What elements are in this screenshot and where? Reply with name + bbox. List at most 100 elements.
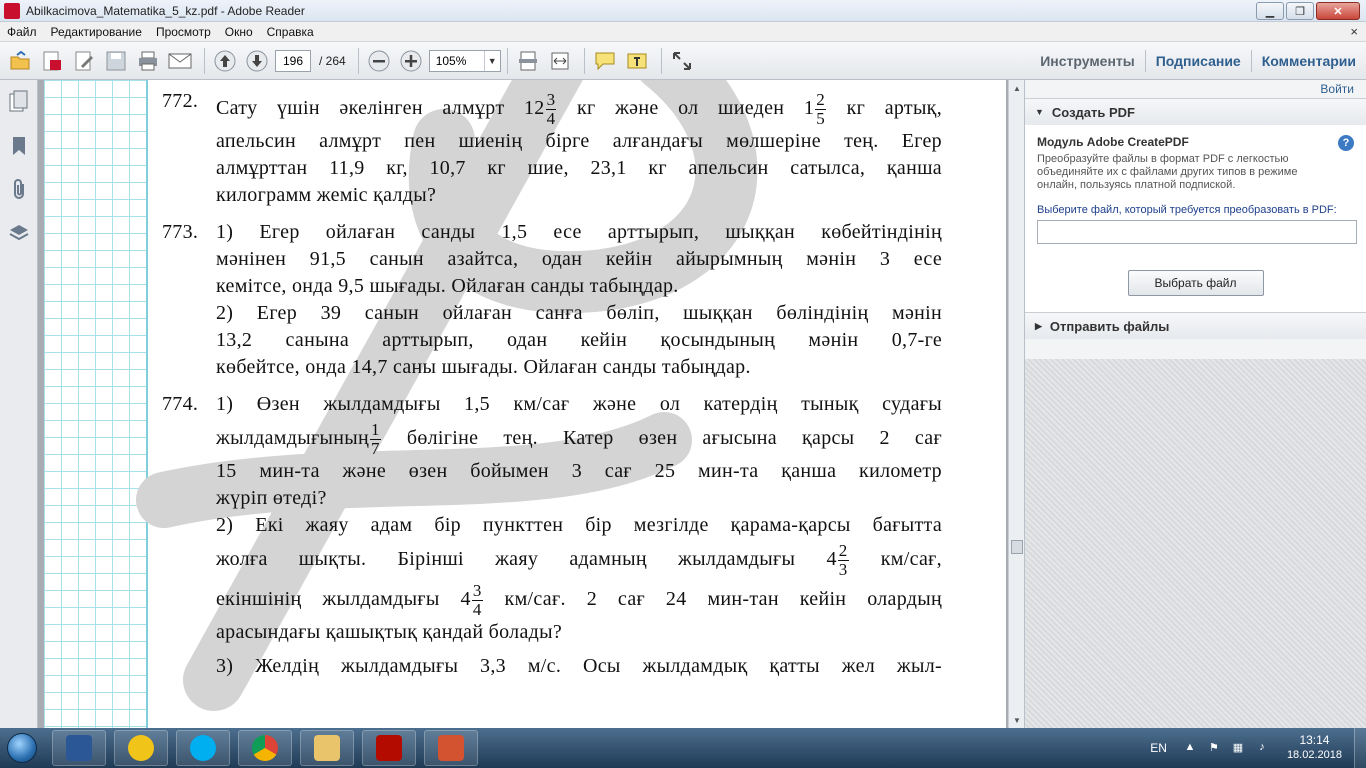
module-description: Преобразуйте файлы в формат PDF с легкос… [1037, 153, 1298, 191]
layers-icon[interactable] [0, 212, 38, 256]
page-thumbnails-icon[interactable] [0, 80, 38, 124]
login-link[interactable]: Войти [1025, 80, 1366, 98]
scroll-down-icon[interactable]: ▼ [1009, 712, 1025, 728]
text-line: көбейтсе, онда 14,7 саны шығады. Ойлаған… [216, 356, 751, 378]
taskbar-skype[interactable] [176, 730, 230, 766]
text-line: арасындағы қашықтық қандай болады? [216, 621, 563, 643]
zoom-select[interactable]: 105% ▼ [428, 49, 501, 72]
comments-link[interactable]: Комментарии [1252, 53, 1366, 69]
taskbar-explorer[interactable] [300, 730, 354, 766]
text-line: кемітсе, онда 9,5 шығады. Ойлаған санды … [216, 275, 679, 297]
edit-icon[interactable] [70, 47, 98, 75]
window-title: Abilkacimova_Matematika_5_kz.pdf - Adobe… [26, 3, 305, 18]
menu-close-icon[interactable]: × [1350, 24, 1358, 39]
taskbar-chrome[interactable] [238, 730, 292, 766]
text-line: 2) Екі жаяу адам бір пункттен бір мезгіл… [216, 514, 942, 536]
choose-file-button[interactable]: Выбрать файл [1127, 270, 1264, 296]
menu-view[interactable]: Просмотр [149, 22, 218, 42]
denominator: 5 [816, 108, 825, 128]
comment-icon[interactable] [591, 47, 619, 75]
denominator: 4 [546, 108, 556, 128]
taskbar-presentation[interactable] [424, 730, 478, 766]
send-files-header[interactable]: ▶ Отправить файлы [1025, 313, 1366, 339]
skype-icon [190, 735, 216, 761]
language-indicator[interactable]: EN [1150, 741, 1167, 755]
start-button[interactable] [0, 728, 44, 768]
windows-logo-icon [7, 733, 37, 763]
create-pdf-icon[interactable] [38, 47, 66, 75]
problem-774: 774. 1) Өзен жылдамдығы 1,5 км/сағ және … [162, 391, 942, 686]
taskbar-acrobat[interactable] [362, 730, 416, 766]
sign-link[interactable]: Подписание [1146, 53, 1251, 69]
taskbar-word[interactable] [52, 730, 106, 766]
volume-icon[interactable]: ♪ [1255, 741, 1269, 755]
network-icon[interactable]: ▦ [1231, 741, 1245, 755]
clock[interactable]: 13:14 18.02.2018 [1287, 733, 1342, 763]
denominator: 7 [370, 438, 380, 458]
text-segment: жолға шықты. Бірінші жаяу адамның жылдам… [216, 548, 837, 570]
tools-link[interactable]: Инструменты [1030, 53, 1145, 69]
bookmarks-icon[interactable] [0, 124, 38, 168]
vertical-scrollbar[interactable]: ▲ ▼ [1008, 80, 1024, 728]
tray-expand-icon[interactable]: ▲ [1183, 741, 1197, 755]
problem-773: 773. 1) Егер ойлаған санды 1,5 есе артты… [162, 219, 942, 381]
text-line: апельсин алмұрт пен шиенің бірге алғанда… [216, 130, 942, 152]
chevron-down-icon[interactable]: ▼ [483, 50, 500, 71]
problem-number: 774. [162, 393, 199, 415]
fullscreen-icon[interactable] [668, 47, 696, 75]
flag-icon[interactable]: ⚑ [1207, 741, 1221, 755]
zoom-out-icon[interactable] [365, 47, 393, 75]
page-content: 772. Сату үшін әкелінген алмұрт 12 3 4 кг … [162, 88, 942, 696]
fraction: 23 [837, 540, 849, 579]
text-segment: кг артық, [846, 97, 943, 119]
email-client-icon [128, 735, 154, 761]
fit-width-icon[interactable] [546, 47, 574, 75]
email-icon[interactable] [166, 47, 194, 75]
document-area[interactable]: 772. Сату үшін әкелінген алмұрт 12 3 4 кг … [38, 80, 1024, 728]
zoom-value: 105% [435, 53, 467, 68]
menu-help[interactable]: Справка [260, 22, 321, 42]
text-line: 15 мин-та және өзен бойымен 3 сағ 25 мин… [216, 460, 942, 482]
zoom-in-icon[interactable] [397, 47, 425, 75]
attachments-icon[interactable] [0, 168, 38, 212]
close-button[interactable]: ✕ [1316, 2, 1360, 20]
scroll-thumb[interactable] [1011, 540, 1023, 554]
problem-number: 773. [162, 221, 199, 243]
tools-panel: Войти ▼ Создать PDF ? Модуль Adobe Creat… [1024, 80, 1366, 728]
fraction: 34 [545, 90, 557, 128]
toolbar: 196 / 264 105% ▼ Инструменты Подписание … [0, 42, 1366, 80]
numerator: 2 [837, 540, 849, 561]
help-icon[interactable]: ? [1338, 135, 1354, 151]
choose-file-label: Выберите файл, который требуется преобра… [1037, 204, 1337, 216]
menu-edit[interactable]: Редактирование [44, 22, 149, 42]
page-number-input[interactable]: 196 [275, 49, 311, 72]
section-title: Создать PDF [1051, 104, 1135, 120]
open-icon[interactable] [6, 47, 34, 75]
highlight-icon[interactable] [623, 47, 651, 75]
fit-page-icon[interactable] [514, 47, 542, 75]
show-desktop-button[interactable] [1354, 728, 1366, 768]
text-line: мәнінен 91,5 санын азайтса, одан кейін а… [216, 248, 942, 270]
expanded-triangle-icon: ▼ [1035, 107, 1044, 117]
clock-date: 18.02.2018 [1286, 749, 1342, 761]
text-line: 13,2 санына арттырып, одан кейін қосынды… [216, 329, 942, 351]
minimize-button[interactable]: ▁ [1256, 2, 1284, 20]
denominator: 4 [472, 599, 482, 619]
menu-file[interactable]: Файл [0, 22, 44, 42]
save-icon[interactable] [102, 47, 130, 75]
restore-button[interactable]: ❐ [1286, 2, 1314, 20]
print-icon[interactable] [134, 47, 162, 75]
text-line: жолға шықты. Бірінші жаяу адамның жылдам… [216, 539, 942, 579]
file-path-input[interactable] [1037, 220, 1357, 244]
scroll-up-icon[interactable]: ▲ [1009, 80, 1025, 96]
problem-772: 772. Сату үшін әкелінген алмұрт 12 3 4 кг … [162, 88, 942, 209]
taskbar-email[interactable] [114, 730, 168, 766]
previous-page-icon[interactable] [211, 47, 239, 75]
text-line: жүріп өтеді? [216, 487, 327, 509]
section-title: Отправить файлы [1049, 318, 1170, 334]
next-page-icon[interactable] [243, 47, 271, 75]
create-pdf-body: ? Модуль Adobe CreatePDF Преобразуйте фа… [1025, 125, 1366, 312]
page-total: / 264 [319, 53, 346, 68]
menu-window[interactable]: Окно [218, 22, 260, 42]
create-pdf-header[interactable]: ▼ Создать PDF [1025, 99, 1366, 125]
